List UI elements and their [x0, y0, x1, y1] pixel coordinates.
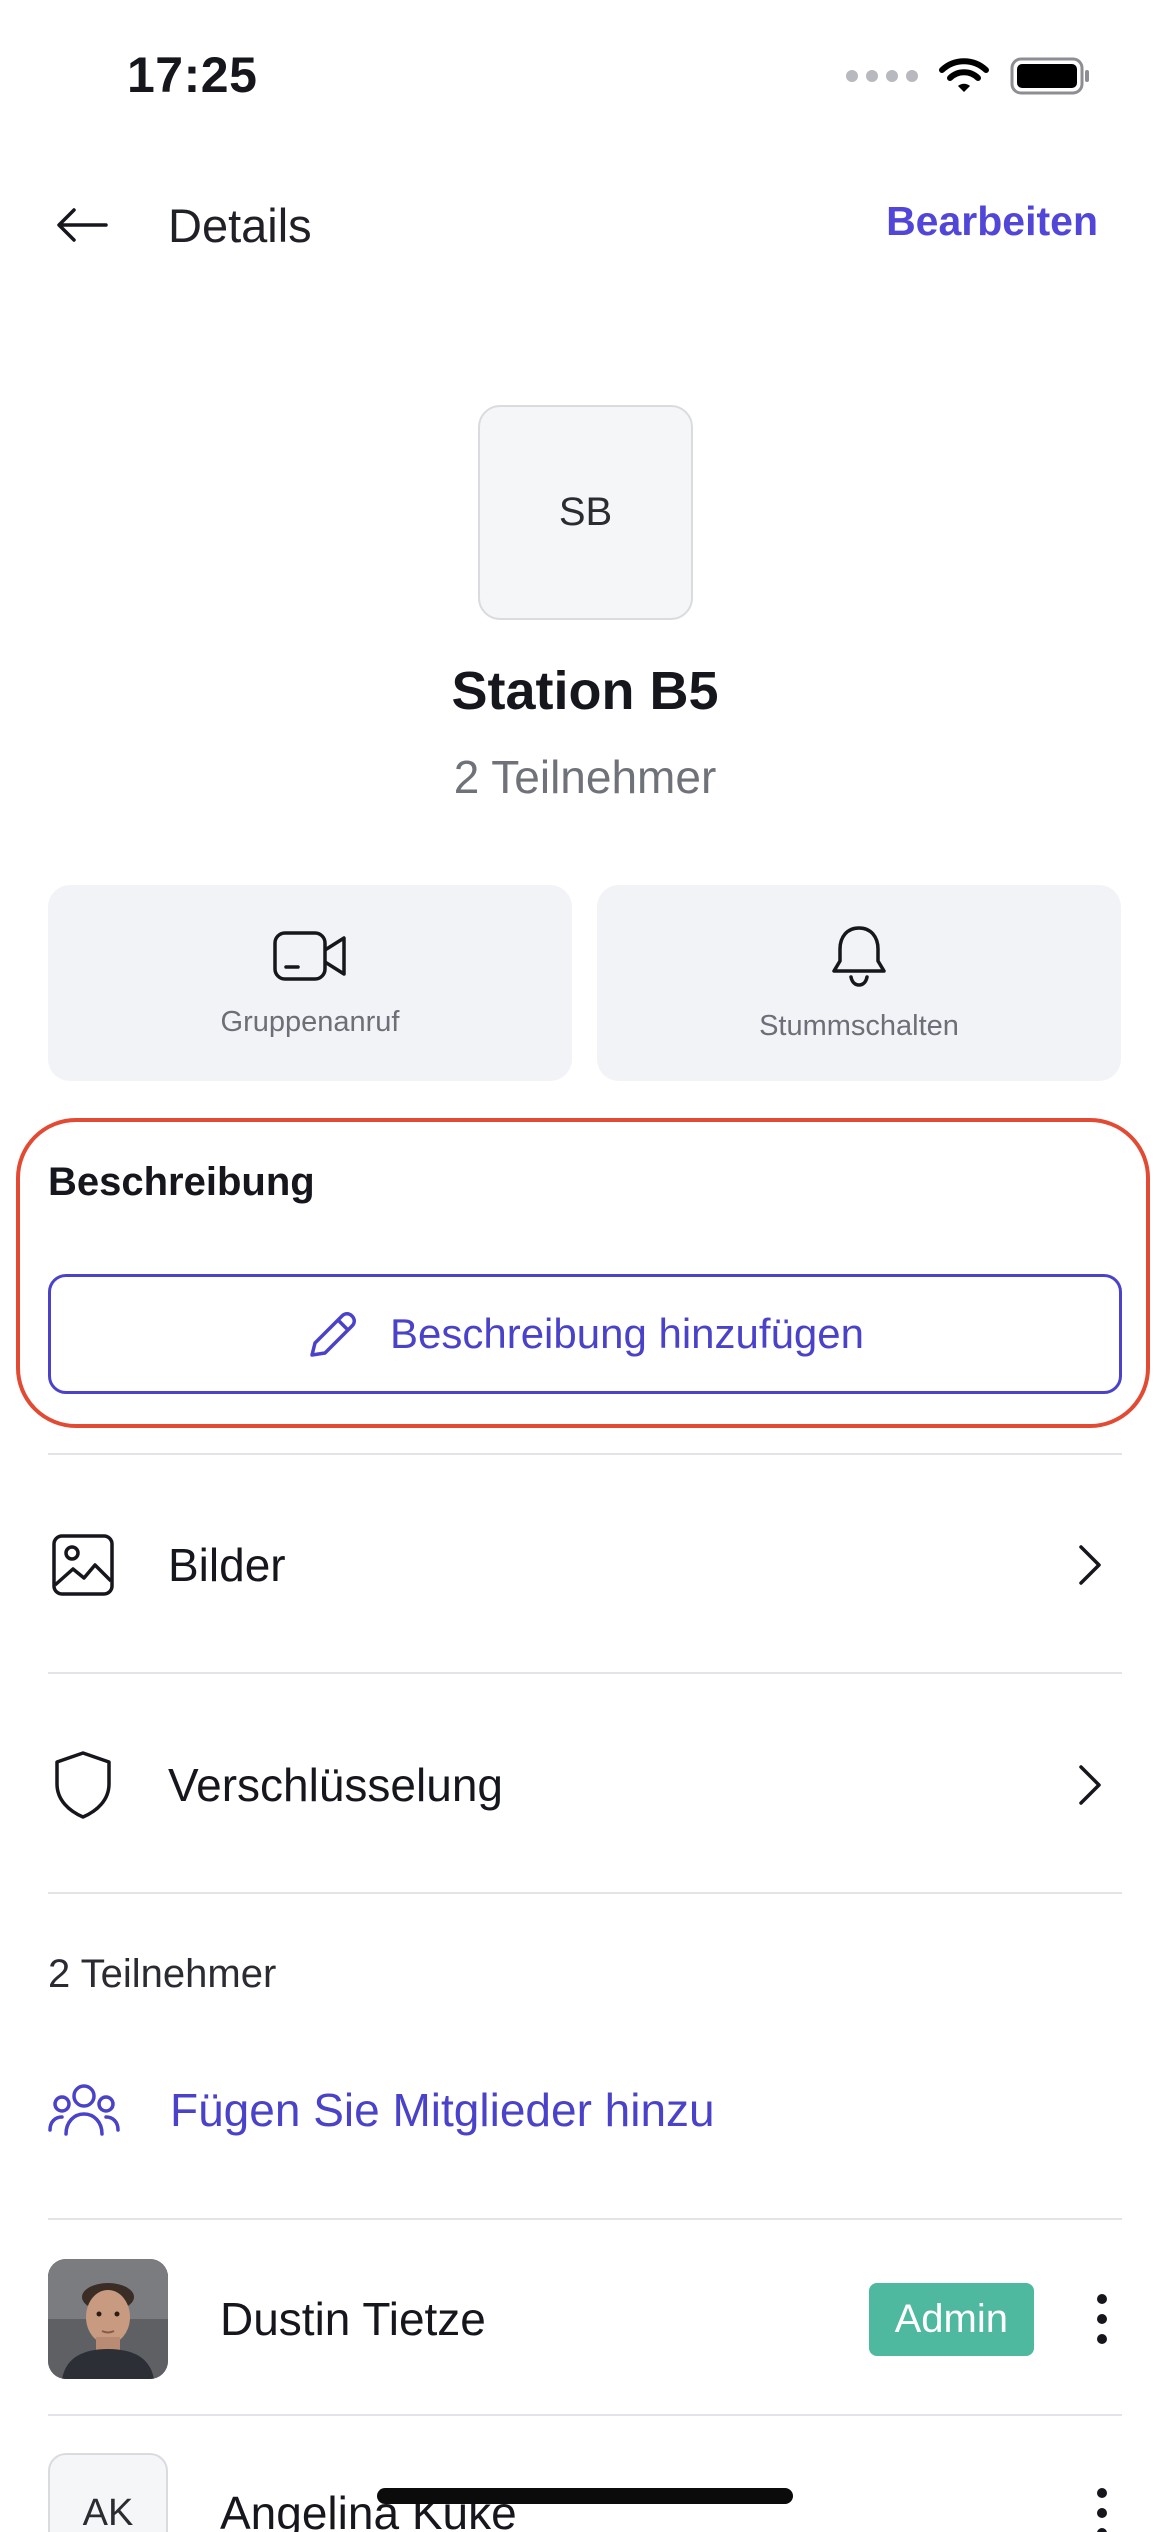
more-options-button[interactable]: [1082, 2294, 1122, 2344]
group-call-label: Gruppenanruf: [220, 1005, 400, 1038]
divider: [48, 1672, 1122, 1674]
battery-icon: [1010, 57, 1089, 95]
add-members-label: Fügen Sie Mitglieder hinzu: [170, 2084, 715, 2136]
members-heading: 2 Teilnehmer: [48, 1952, 277, 1996]
mute-button[interactable]: Stummschalten: [597, 885, 1121, 1081]
encryption-row[interactable]: Verschlüsselung: [48, 1730, 1122, 1840]
edit-button[interactable]: Bearbeiten: [886, 198, 1098, 245]
chevron-right-icon: [1079, 1545, 1101, 1585]
image-icon: [52, 1534, 114, 1596]
more-options-button[interactable]: [1082, 2488, 1122, 2532]
encryption-label: Verschlüsselung: [168, 1759, 503, 1811]
users-icon: [48, 2084, 120, 2136]
pencil-icon: [310, 1312, 356, 1357]
home-indicator: [377, 2488, 793, 2504]
back-button[interactable]: [52, 195, 112, 255]
images-row[interactable]: Bilder: [48, 1510, 1122, 1620]
wifi-icon: [939, 58, 989, 92]
bell-icon: [832, 925, 886, 987]
avatar: [48, 2259, 168, 2379]
member-name: Dustin Tietze: [220, 2293, 486, 2345]
add-members-button[interactable]: Fügen Sie Mitglieder hinzu: [48, 2060, 715, 2160]
video-camera-icon: [273, 930, 346, 981]
description-title: Beschreibung: [48, 1160, 315, 1204]
details-screen: 17:25 Details Bearbeiten SB Station B5 2…: [0, 0, 1170, 2532]
mute-label: Stummschalten: [759, 1009, 959, 1042]
group-name: Station B5: [451, 661, 719, 721]
chevron-right-icon: [1079, 1765, 1101, 1805]
shield-icon: [55, 1751, 111, 1819]
group-avatar: SB: [478, 405, 693, 620]
page-title: Details: [168, 199, 312, 252]
group-participant-count: 2 Teilnehmer: [453, 751, 717, 803]
member-row[interactable]: Dustin Tietze Admin: [48, 2258, 1122, 2380]
divider: [48, 2218, 1122, 2220]
images-label: Bilder: [168, 1539, 286, 1591]
arrow-left-icon: [57, 208, 108, 242]
status-time: 17:25: [127, 47, 258, 103]
avatar: AK: [48, 2453, 168, 2532]
divider: [48, 2414, 1122, 2416]
add-description-label: Beschreibung hinzufügen: [389, 1310, 865, 1357]
divider: [48, 1453, 1122, 1455]
status-icons: [846, 56, 1092, 96]
signal-dots-icon: [846, 70, 918, 82]
divider: [48, 1892, 1122, 1894]
add-description-button[interactable]: Beschreibung hinzufügen: [48, 1274, 1122, 1394]
admin-badge: Admin: [868, 2282, 1034, 2356]
group-call-button[interactable]: Gruppenanruf: [48, 885, 572, 1081]
